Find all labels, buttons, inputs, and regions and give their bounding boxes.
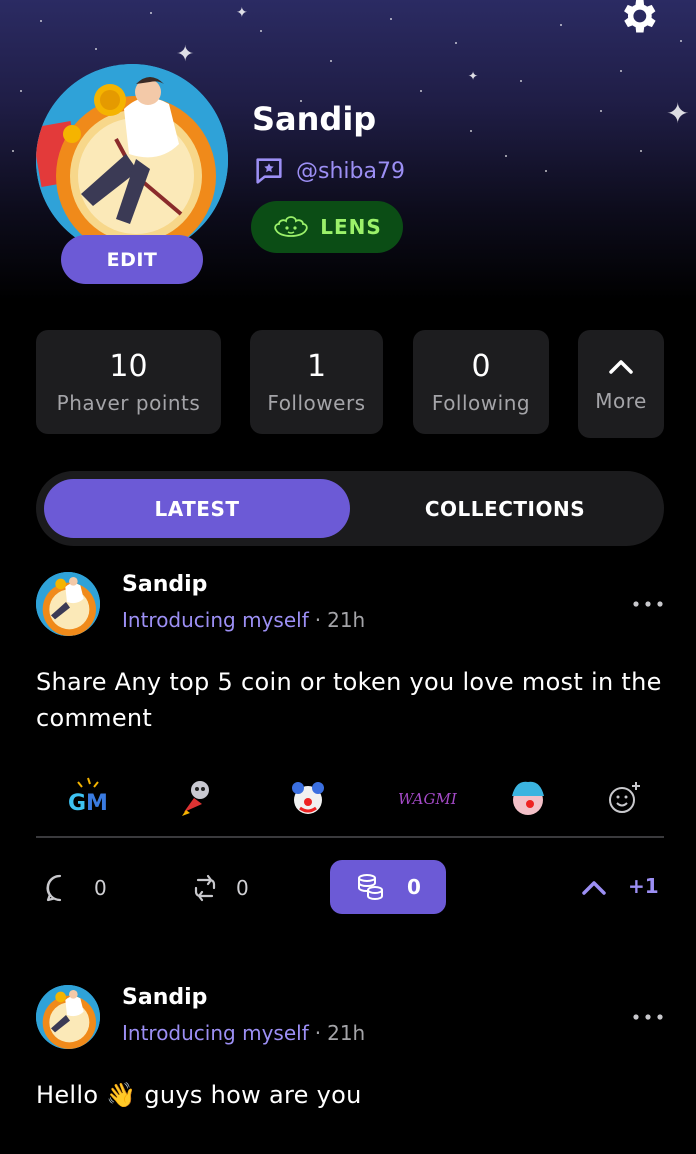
vote-count: +1 <box>628 874 659 898</box>
stat-followers[interactable]: 1 Followers <box>250 330 383 434</box>
post-meta: Introducing myself · 21h <box>122 608 365 632</box>
post-author-avatar[interactable] <box>36 572 100 636</box>
lens-badge[interactable]: LENS <box>251 201 403 253</box>
post-time: 21h <box>327 1021 366 1045</box>
more-horizontal-icon <box>633 1014 663 1020</box>
avatar-illustration <box>36 572 100 636</box>
post-category[interactable]: Introducing myself <box>122 1021 309 1045</box>
post-category[interactable]: Introducing myself <box>122 608 309 632</box>
reaction-clown[interactable] <box>282 772 334 824</box>
repost-icon <box>194 874 216 902</box>
stat-label: Phaver points <box>56 390 201 415</box>
post-author-name[interactable]: Sandip <box>122 985 207 1010</box>
reaction-wojak-clown[interactable] <box>502 772 554 824</box>
post-body[interactable]: Hello 👋 guys how are you <box>36 1077 664 1113</box>
tab-collections[interactable]: COLLECTIONS <box>354 479 656 538</box>
meta-separator: · <box>314 1021 322 1045</box>
lens-icon <box>274 216 308 237</box>
coins-icon <box>358 874 384 901</box>
chat-star-icon <box>256 158 282 184</box>
tab-latest[interactable]: LATEST <box>44 479 350 538</box>
reaction-gm[interactable]: G M <box>62 772 114 824</box>
handle-row: @shiba79 <box>252 154 405 188</box>
reaction-bar: G M WAGMI <box>36 768 664 828</box>
settings-button[interactable] <box>612 0 664 38</box>
more-label: More <box>595 389 647 413</box>
stat-following[interactable]: 0 Following <box>413 330 549 434</box>
post-author-avatar[interactable] <box>36 985 100 1049</box>
comment-button[interactable]: 0 <box>44 868 107 908</box>
gm-sticker-icon: G M <box>68 777 108 816</box>
post-options-button[interactable] <box>628 1005 668 1029</box>
stat-value: 1 <box>306 348 327 384</box>
svg-text:M: M <box>86 791 108 816</box>
lens-badge-label: LENS <box>320 215 382 239</box>
post-author-name[interactable]: Sandip <box>122 572 207 597</box>
avatar-illustration <box>36 64 228 256</box>
add-emoji-icon <box>609 782 640 813</box>
stat-label: Following <box>431 390 531 415</box>
post-meta: Introducing myself · 21h <box>122 1021 365 1045</box>
rocket-skull-sticker-icon <box>182 781 209 816</box>
post-divider <box>36 836 664 838</box>
chevron-up-icon <box>609 360 633 374</box>
post-options-button[interactable] <box>628 592 668 616</box>
meta-separator: · <box>314 608 322 632</box>
reaction-wagmi[interactable]: WAGMI <box>392 772 462 824</box>
edit-profile-button[interactable]: EDIT <box>61 235 203 284</box>
add-reaction-button[interactable] <box>598 772 650 824</box>
chevron-up-icon <box>582 881 606 895</box>
gear-icon <box>624 0 656 33</box>
svg-text:G: G <box>68 791 86 816</box>
tip-button[interactable]: 0 <box>330 860 446 914</box>
wojak-clown-sticker-icon <box>512 781 544 815</box>
more-horizontal-icon <box>633 601 663 607</box>
profile-avatar[interactable] <box>36 64 228 256</box>
svg-text:WAGMI: WAGMI <box>398 790 458 808</box>
stat-label: Followers <box>267 390 366 415</box>
profile-name: Sandip <box>252 100 377 138</box>
post-body[interactable]: Share Any top 5 coin or token you love m… <box>36 664 664 736</box>
post-time: 21h <box>327 608 366 632</box>
reaction-rocket-skull[interactable] <box>170 772 222 824</box>
comment-count: 0 <box>94 876 107 900</box>
stat-value: 10 <box>109 348 148 384</box>
profile-tabs: LATEST COLLECTIONS <box>36 471 664 546</box>
avatar-illustration <box>36 985 100 1049</box>
clown-sticker-icon <box>292 782 324 814</box>
more-button[interactable]: More <box>578 330 664 438</box>
tip-count: 0 <box>407 875 421 899</box>
upvote-button[interactable] <box>574 870 614 906</box>
wagmi-sticker-icon: WAGMI <box>398 790 458 808</box>
profile-handle: @shiba79 <box>296 158 405 184</box>
repost-count: 0 <box>236 876 249 900</box>
stat-phaver-points[interactable]: 10 Phaver points <box>36 330 221 434</box>
repost-button[interactable]: 0 <box>192 868 249 908</box>
stat-value: 0 <box>471 348 491 384</box>
comment-icon <box>46 874 62 902</box>
